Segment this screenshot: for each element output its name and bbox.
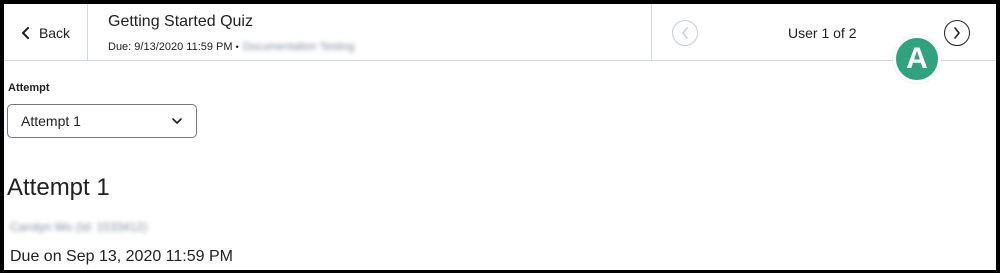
quiz-title: Getting Started Quiz [108, 13, 253, 30]
due-date: Due: 9/13/2020 11:59 PM [108, 41, 233, 53]
attempt-select-value: Attempt 1 [21, 113, 81, 129]
user-navigation: User 1 of 2 [651, 4, 996, 61]
next-user-button[interactable] [944, 20, 970, 46]
attempt-label: Attempt [8, 82, 50, 94]
chevron-left-icon [21, 26, 29, 39]
due-line: Due: 9/13/2020 11:59 PM • Documentation … [108, 41, 354, 53]
user-position: User 1 of 2 [788, 25, 857, 41]
quiz-title-block: Getting Started Quiz Due: 9/13/2020 11:5… [108, 13, 354, 53]
previous-user-button[interactable] [672, 20, 698, 46]
page-header: Back Getting Started Quiz Due: 9/13/2020… [4, 4, 996, 61]
chevron-down-icon [172, 118, 182, 124]
callout-badge: A [893, 35, 941, 83]
back-button[interactable]: Back [4, 4, 88, 61]
org-unit-name: Documentation Testing [242, 41, 355, 53]
back-label: Back [38, 24, 71, 41]
chevron-left-circle-icon [682, 27, 688, 39]
user-name: Carolyn Wo (Id: 1533412) [10, 220, 148, 234]
attempt-select[interactable]: Attempt 1 [7, 104, 197, 138]
due-separator: • [235, 42, 239, 52]
attempt-heading: Attempt 1 [7, 174, 110, 201]
chevron-right-circle-icon [954, 27, 960, 39]
page-frame: Back Getting Started Quiz Due: 9/13/2020… [4, 4, 996, 270]
due-on-text: Due on Sep 13, 2020 11:59 PM [10, 248, 233, 265]
